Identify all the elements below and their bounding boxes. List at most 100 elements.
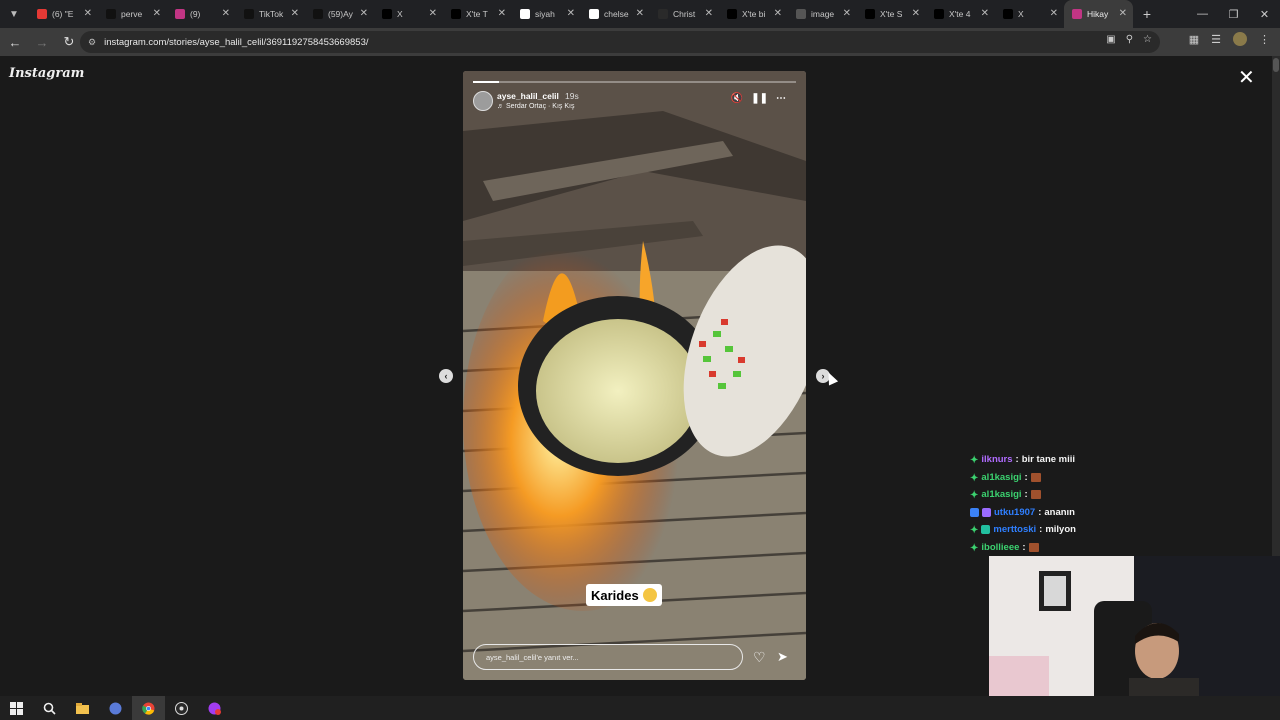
minimize-icon[interactable]: — xyxy=(1187,0,1218,28)
chat-username[interactable]: merttoski xyxy=(993,524,1036,535)
tab-close-icon[interactable]: ✕ xyxy=(705,8,713,19)
messenger-icon[interactable] xyxy=(198,696,231,720)
browser-tab[interactable]: X'te S ✕ xyxy=(857,0,926,28)
chat-emote-icon xyxy=(1028,542,1039,552)
media-control-icon[interactable]: ☰ xyxy=(1211,33,1221,46)
obs-icon[interactable] xyxy=(165,696,198,720)
reload-icon[interactable]: ↻ xyxy=(57,30,81,54)
x-icon xyxy=(382,9,392,19)
restore-icon[interactable]: ❐ xyxy=(1218,0,1249,28)
browser-tab[interactable]: X ✕ xyxy=(995,0,1064,28)
windows-taskbar xyxy=(0,696,1280,720)
sub-badge-icon: ✦ xyxy=(970,542,979,554)
taskbar-search-icon[interactable] xyxy=(33,696,66,720)
forward-icon[interactable]: → xyxy=(30,30,54,54)
browser-tab[interactable]: Christ ✕ xyxy=(650,0,719,28)
tab-close-icon[interactable]: ✕ xyxy=(843,8,851,19)
tab-close-icon[interactable]: ✕ xyxy=(567,8,575,19)
share-send-icon[interactable]: ➤ xyxy=(777,649,788,665)
tab-title: X'te T xyxy=(466,9,488,19)
browser-tab[interactable]: (59)Ay ✕ xyxy=(305,0,374,28)
close-window-icon[interactable]: ✕ xyxy=(1249,0,1280,28)
new-tab-button[interactable]: + xyxy=(1137,6,1157,22)
back-icon[interactable]: ← xyxy=(3,30,27,54)
bookmark-star-icon[interactable]: ☆ xyxy=(1143,34,1152,45)
tab-close-icon[interactable]: ✕ xyxy=(360,8,368,19)
chat-message: ✦ al1kasigi: xyxy=(970,469,1270,487)
chat-message: ✦ ibollieee: xyxy=(970,539,1270,557)
previous-story-icon[interactable]: ‹ xyxy=(439,369,453,383)
tab-title: X'te 4 xyxy=(949,9,971,19)
browser-tab[interactable]: (6) "E ✕ xyxy=(29,0,98,28)
story-reply-input[interactable]: ayse_halil_celil'e yanıt ver... xyxy=(473,644,743,670)
x-icon xyxy=(727,9,737,19)
tab-close-icon[interactable]: ✕ xyxy=(981,8,989,19)
chat-username[interactable]: al1kasigi xyxy=(981,472,1021,483)
tab-close-icon[interactable]: ✕ xyxy=(1050,8,1058,19)
chat-username[interactable]: utku1907 xyxy=(994,507,1035,518)
browser-tab[interactable]: (9) ✕ xyxy=(167,0,236,28)
taskbar-app-icon[interactable] xyxy=(99,696,132,720)
chat-separator: : xyxy=(1024,471,1028,483)
stream-chat-overlay: ✦ ilknurs: bir tane miii ✦ al1kasigi: ✦ al1k… xyxy=(970,451,1270,556)
browser-tab[interactable]: chelse ✕ xyxy=(581,0,650,28)
browser-tab[interactable]: X'te bi ✕ xyxy=(719,0,788,28)
x-icon xyxy=(451,9,461,19)
tab-close-icon[interactable]: ✕ xyxy=(429,8,437,19)
tab-close-icon[interactable]: ✕ xyxy=(774,8,782,19)
chat-text: ananın xyxy=(1044,506,1075,518)
site-info-icon[interactable]: ⚙ xyxy=(88,37,96,48)
browser-tab[interactable]: TikTok ✕ xyxy=(236,0,305,28)
install-app-icon[interactable]: ▣ xyxy=(1106,34,1115,45)
scrollbar-thumb[interactable] xyxy=(1273,58,1279,72)
chrome-taskbar-icon[interactable] xyxy=(132,696,165,720)
address-bar[interactable]: ⚙ instagram.com/stories/ayse_halil_celil… xyxy=(80,31,1160,53)
tab-close-icon[interactable]: ✕ xyxy=(1119,8,1127,19)
extensions-icon[interactable]: ▦ xyxy=(1189,33,1199,46)
chat-username[interactable]: ilknurs xyxy=(981,454,1012,465)
menu-icon[interactable]: ⋮ xyxy=(1259,33,1270,46)
tab-search-icon[interactable]: ▼ xyxy=(3,3,25,25)
like-heart-icon[interactable]: ♡ xyxy=(753,649,766,666)
chat-message: utku1907: ananın xyxy=(970,504,1270,522)
profile-avatar[interactable] xyxy=(1233,32,1247,46)
more-options-icon[interactable]: ⋯ xyxy=(776,93,786,104)
tab-close-icon[interactable]: ✕ xyxy=(153,8,161,19)
browser-tab[interactable]: X'te 4 ✕ xyxy=(926,0,995,28)
chat-username[interactable]: al1kasigi xyxy=(981,489,1021,500)
tab-title: Hikay xyxy=(1087,9,1109,19)
tab-title: (9) xyxy=(190,9,201,19)
chat-emote-icon xyxy=(1030,490,1041,500)
story-progress-fill xyxy=(473,81,499,83)
instagram-logo[interactable]: Instagram xyxy=(9,66,84,81)
browser-tab[interactable]: image ✕ xyxy=(788,0,857,28)
story-card[interactable]: ayse_halil_celil 19s ♬ Serdar Ortaç · Kış… xyxy=(463,71,806,680)
mute-icon[interactable]: 🔇 xyxy=(731,93,743,104)
start-icon[interactable] xyxy=(0,696,33,720)
tab-close-icon[interactable]: ✕ xyxy=(498,8,506,19)
browser-tab[interactable]: Hikay ✕ xyxy=(1064,0,1133,28)
zoom-icon[interactable]: ⚲ xyxy=(1126,34,1133,45)
tab-close-icon[interactable]: ✕ xyxy=(636,8,644,19)
toolbar-right: ▦ ☰ ⋮ xyxy=(1189,32,1270,46)
tab-close-icon[interactable]: ✕ xyxy=(291,8,299,19)
chat-separator: : xyxy=(1022,541,1026,553)
file-explorer-icon[interactable] xyxy=(66,696,99,720)
close-story-icon[interactable]: ✕ xyxy=(1238,68,1255,88)
browser-tab[interactable]: perve ✕ xyxy=(98,0,167,28)
story-author-avatar[interactable] xyxy=(473,91,493,111)
pause-icon[interactable]: ❚❚ xyxy=(751,93,768,104)
story-music[interactable]: ♬ Serdar Ortaç · Kış Kış xyxy=(497,103,574,110)
story-username[interactable]: ayse_halil_celil xyxy=(497,91,559,101)
tab-close-icon[interactable]: ✕ xyxy=(912,8,920,19)
chat-message: ✦ al1kasigi: xyxy=(970,486,1270,504)
chat-username[interactable]: ibollieee xyxy=(981,542,1019,553)
browser-tab[interactable]: X ✕ xyxy=(374,0,443,28)
tiktok-icon xyxy=(106,9,116,19)
browser-tab[interactable]: siyah ✕ xyxy=(512,0,581,28)
folder-icon xyxy=(76,702,89,714)
tab-close-icon[interactable]: ✕ xyxy=(222,8,230,19)
tab-close-icon[interactable]: ✕ xyxy=(84,8,92,19)
chat-badge-icon xyxy=(981,525,991,535)
browser-tab[interactable]: X'te T ✕ xyxy=(443,0,512,28)
